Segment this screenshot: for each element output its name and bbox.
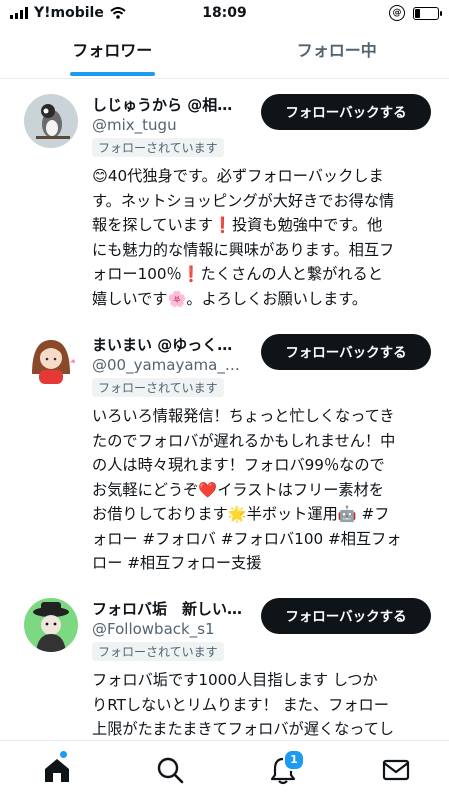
tab-bar: フォロワー フォロー中 [0,28,449,79]
orientation-lock-icon: @ [389,5,405,21]
follows-you-badge: フォローされています [92,138,224,157]
user-cell[interactable]: まいまい @ゆっく… @00_yamayama_… フォローされています フォロ… [0,334,449,574]
avatar[interactable] [24,598,78,652]
mail-icon[interactable] [381,755,411,785]
tab-followers[interactable]: フォロワー [0,28,225,78]
notification-count-badge: 1 [283,749,305,771]
user-bio: フォロバ垢です1000人目指します しつか りRTしないとリムります！ また、フ… [92,668,434,740]
bottom-nav: 1 [0,740,449,801]
user-bio: いろいろ情報発信！ちょっと忙しくなってき たのでフォロバが遅れるかもしれません！… [92,404,434,576]
follow-back-button[interactable]: フォローバックする [261,94,431,130]
user-bio: 😊40代独身です。必ずフォローバックしま す。ネットショッピングが大好きでお得な… [92,164,434,311]
status-bar: Y!mobile 18:09 @ [0,0,449,28]
user-cell[interactable]: フォロバ垢 新しい… @Followback_s1 フォローされています フォロ… [0,598,449,740]
tab-following[interactable]: フォロー中 [225,28,449,78]
battery-icon [413,7,439,20]
avatar[interactable] [24,94,78,148]
home-unread-dot [60,751,67,758]
user-name: しじゅうから @相… [92,94,257,115]
status-right: @ [389,5,439,21]
follows-you-badge: フォローされています [92,378,224,397]
user-handle: @Followback_s1 [92,620,257,638]
follow-back-button[interactable]: フォローバックする [261,334,431,370]
search-icon[interactable] [155,755,185,785]
user-handle: @00_yamayama_… [92,356,257,374]
user-name: フォロバ垢 新しい… [92,598,257,619]
follows-you-badge: フォローされています [92,642,224,661]
user-name: まいまい @ゆっく… [92,334,257,355]
user-cell[interactable]: しじゅうから @相… @mix_tugu フォローされています フォローバックす… [0,94,449,314]
follow-back-button[interactable]: フォローバックする [261,598,431,634]
bell-icon[interactable]: 1 [268,755,298,785]
user-handle: @mix_tugu [92,116,257,134]
status-time: 18:09 [0,5,449,21]
home-icon[interactable] [42,755,72,785]
avatar[interactable] [24,334,78,388]
